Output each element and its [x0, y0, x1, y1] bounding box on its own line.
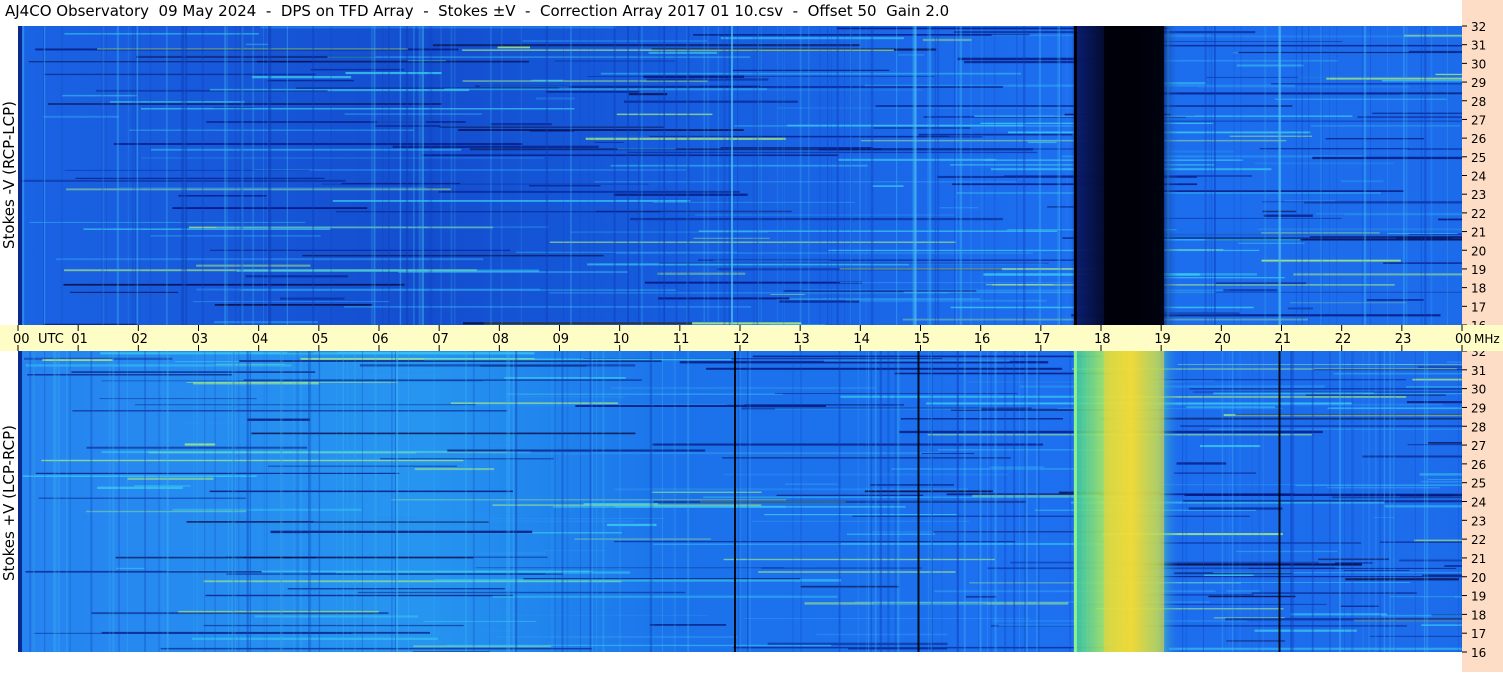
freq-tick-label: 30: [1471, 383, 1486, 397]
time-tick-label: 15: [914, 332, 931, 347]
time-tick-label: 05: [312, 332, 329, 347]
vertical-interference-line: [1278, 351, 1281, 652]
time-tick-label: 06: [372, 332, 389, 347]
freq-tick-label: 19: [1471, 590, 1486, 604]
time-tick-label: 02: [131, 332, 148, 347]
emission-onset-edge: [1073, 351, 1077, 652]
time-tick-label: 11: [673, 332, 690, 347]
utc-time-axis-ticks: 00 01 02 03 04 05 06 07 08 09 10 11 12 13 14 15 16 17 18 19…: [13, 325, 1500, 351]
bottom-spectrogram-plot: [18, 351, 1503, 653]
freq-tick-label: 32: [1471, 20, 1486, 34]
time-tick-label: 12: [733, 332, 750, 347]
freq-tick-label: 27: [1471, 113, 1486, 127]
freq-tick-label: 19: [1471, 263, 1486, 277]
freq-tick-label: 28: [1471, 420, 1486, 434]
freq-tick-label: 25: [1471, 151, 1486, 165]
freq-tick-label: 31: [1471, 364, 1486, 378]
emission-core: [1104, 26, 1165, 325]
left-edge: [18, 351, 22, 652]
freq-tick-label: 26: [1471, 132, 1486, 146]
freq-tick-label: 24: [1471, 496, 1486, 510]
top-freq-axis: 3231302928272625242322212019181716: [1462, 0, 1503, 333]
freq-tick-label: 23: [1471, 514, 1486, 528]
time-tick-label: 04: [252, 332, 269, 347]
time-tick-label: 16: [974, 332, 991, 347]
top-spectrogram-plot: [18, 26, 1503, 325]
emission-core: [1104, 351, 1165, 652]
time-tick-label: 09: [553, 332, 570, 347]
time-tick-label: 13: [793, 332, 810, 347]
time-tick-label: 14: [853, 332, 870, 347]
time-tick-label: 21: [1275, 332, 1292, 347]
vertical-interference-line: [734, 351, 736, 652]
freq-tick-label: 16: [1471, 646, 1486, 660]
top-freq-axis-ticks: 3231302928272625242322212019181716: [1462, 20, 1486, 333]
utc-time-axis: 00 01 02 03 04 05 06 07 08 09 10 11 12 13 14 15 16 17 18 19…: [0, 325, 1503, 351]
bottom-ylabel: Stokes +V (LCP-RCP): [0, 425, 18, 581]
freq-tick-label: 29: [1471, 401, 1486, 415]
freq-tick-label: 18: [1471, 608, 1486, 622]
time-tick-label: 22: [1335, 332, 1352, 347]
vertical-interference-line: [914, 26, 917, 325]
freq-tick-label: 17: [1471, 627, 1486, 641]
time-tick-label: 01: [71, 332, 88, 347]
vertical-interference-line: [731, 26, 733, 325]
time-tick-label: 03: [192, 332, 209, 347]
bottom-freq-axis: 32 31 30 29 28 27 26 25 24 23 22 21 20 19 18 17 16: [1462, 345, 1503, 672]
left-edge: [18, 26, 22, 325]
vertical-interference-line: [917, 351, 920, 652]
freq-tick-label: 30: [1471, 57, 1486, 71]
freq-tick-label: 31: [1471, 39, 1486, 53]
time-tick-label: 00: [13, 332, 30, 347]
time-tick-label: 07: [432, 332, 449, 347]
time-tick-label: 17: [1034, 332, 1051, 347]
top-ylabel: Stokes -V (RCP-LCP): [0, 101, 18, 249]
time-tick-label: 19: [1154, 332, 1171, 347]
time-tick-label: 00: [1455, 332, 1472, 347]
time-tick-label: 10: [613, 332, 630, 347]
utc-label: UTC: [38, 332, 64, 347]
mhz-unit-label: MHz: [1474, 332, 1500, 346]
freq-tick-label: 21: [1471, 552, 1486, 566]
freq-tick-label: 27: [1471, 439, 1486, 453]
time-tick-label: 18: [1094, 332, 1111, 347]
emission-onset-edge: [1073, 26, 1077, 325]
freq-tick-label: 20: [1471, 571, 1486, 585]
freq-tick-label: 20: [1471, 244, 1486, 258]
freq-tick-label: 28: [1471, 95, 1486, 109]
top-spectrogram: [18, 26, 1503, 325]
freq-tick-label: 23: [1471, 188, 1486, 202]
bottom-spectrogram: [18, 351, 1503, 653]
freq-tick-label: 21: [1471, 226, 1486, 240]
freq-tick-label: 26: [1471, 458, 1486, 472]
time-tick-label: 08: [492, 332, 509, 347]
time-tick-label: 23: [1395, 332, 1412, 347]
figure-title: AJ4CO Observatory 09 May 2024 - DPS on T…: [5, 2, 950, 20]
freq-tick-label: 29: [1471, 76, 1486, 90]
spectrogram-figure: AJ4CO Observatory 09 May 2024 - DPS on T…: [0, 0, 1503, 672]
freq-tick-label: 32: [1471, 351, 1486, 359]
freq-tick-label: 18: [1471, 282, 1486, 296]
vertical-interference-line: [1278, 26, 1281, 325]
freq-tick-label: 24: [1471, 170, 1486, 184]
time-tick-label: 20: [1214, 332, 1231, 347]
freq-tick-label: 22: [1471, 207, 1486, 221]
freq-tick-label: 22: [1471, 533, 1486, 547]
freq-tick-label: 25: [1471, 477, 1486, 491]
freq-tick-label: 17: [1471, 300, 1486, 314]
bottom-freq-axis-ticks: 32 31 30 29 28 27 26 25 24 23 22 21 20 19 18 17 16: [1462, 345, 1486, 660]
